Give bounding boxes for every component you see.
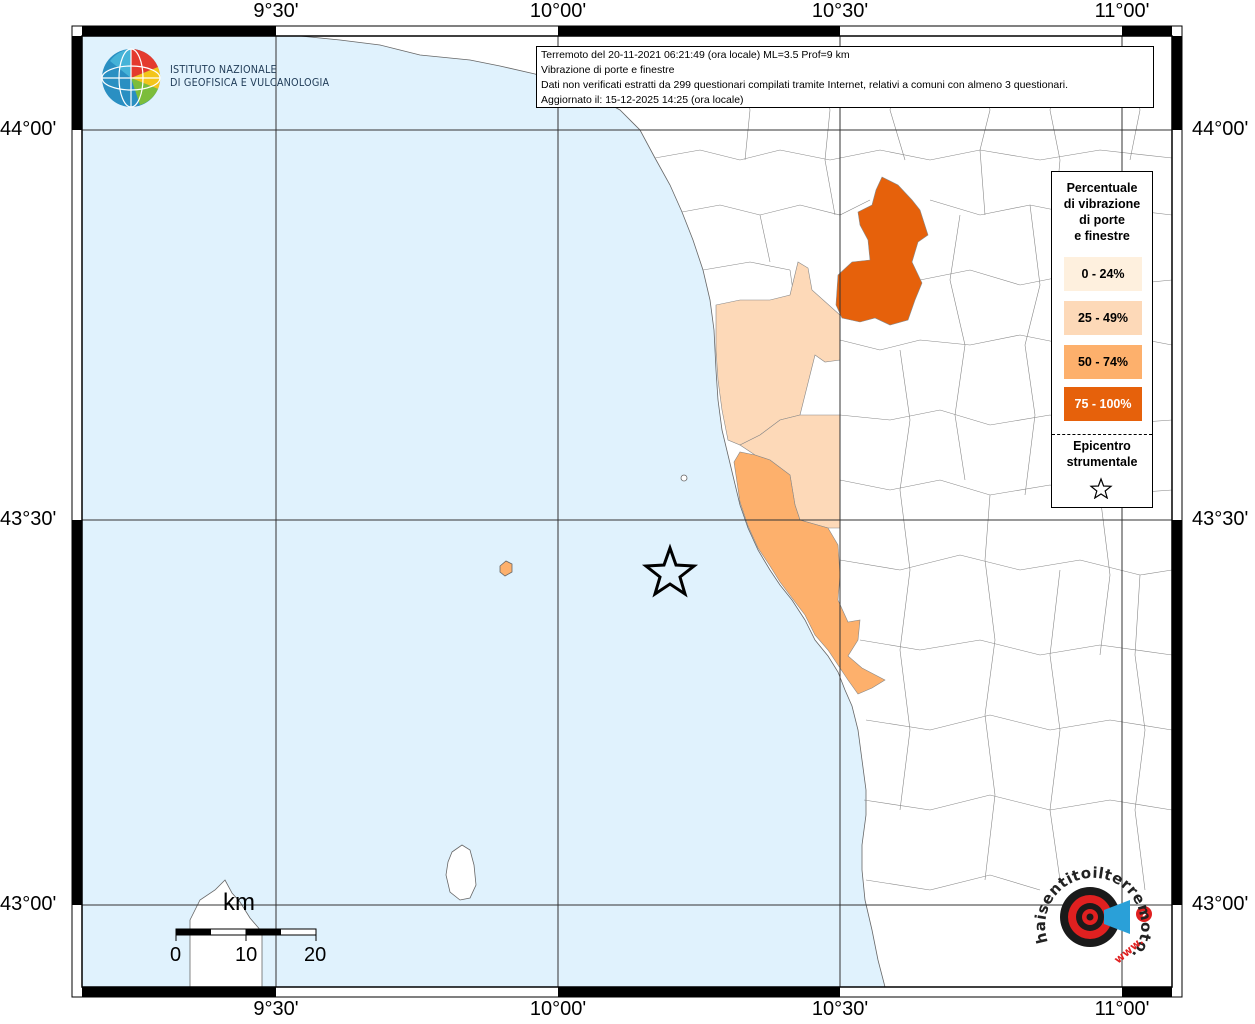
lon-label-bottom-1000: 10°00' bbox=[529, 998, 587, 1020]
logo-line-1: ISTITUTO NAZIONALE bbox=[170, 64, 277, 76]
legend-star-icon bbox=[1089, 477, 1113, 499]
event-note: Dati non verificati estratti da 299 ques… bbox=[541, 79, 1069, 91]
event-updated: Aggiornato il: 15-12-2025 14:25 (ora loc… bbox=[541, 94, 744, 106]
event-title: Terremoto del 20-11-2021 06:21:49 (ora l… bbox=[541, 49, 850, 61]
legend-item-50-74: 50 - 74% bbox=[1064, 345, 1142, 379]
lat-label-right-4330: 43°30' bbox=[1192, 508, 1249, 530]
lat-label-right-4400: 44°00' bbox=[1192, 118, 1249, 140]
legend-item-75-100: 75 - 100% bbox=[1064, 387, 1142, 421]
legend-item-0-24: 0 - 24% bbox=[1064, 257, 1142, 291]
lon-label-bottom-1100: 11°00' bbox=[1094, 998, 1150, 1020]
lat-label-left-4330: 43°30' bbox=[0, 508, 57, 530]
legend-item-25-49: 25 - 49% bbox=[1064, 301, 1142, 335]
lon-label-top-1100: 11°00' bbox=[1094, 0, 1150, 22]
scale-label-0: 0 bbox=[170, 944, 182, 966]
legend-title-line-2: di vibrazione bbox=[1063, 197, 1141, 211]
legend-epicenter-line-1: Epicentro bbox=[1073, 439, 1131, 453]
scale-label-20: 20 bbox=[304, 944, 327, 966]
legend: Percentuale di vibrazione di porte e fin… bbox=[1051, 171, 1153, 508]
legend-title: Percentuale di vibrazione di porte e fin… bbox=[1052, 180, 1152, 244]
legend-title-line-1: Percentuale bbox=[1066, 181, 1138, 195]
lat-label-left-4300: 43°00' bbox=[0, 893, 57, 915]
hst-logo-graphic: ? haisentitoilterremoto.it www. bbox=[1030, 848, 1155, 966]
hst-logo: ? haisentitoilterremoto.it www. bbox=[1030, 848, 1164, 977]
logo-line-2: DI GEOFISICA E VULCANOLOGIA bbox=[170, 77, 330, 89]
lon-label-top-1030: 10°30' bbox=[811, 0, 869, 22]
lat-label-left-4400: 44°00' bbox=[0, 118, 57, 140]
lat-label-right-4300: 43°00' bbox=[1192, 893, 1249, 915]
legend-title-line-4: e finestre bbox=[1074, 229, 1130, 243]
lon-label-bottom-930: 9°30' bbox=[253, 998, 299, 1020]
lon-label-top-930: 9°30' bbox=[253, 0, 299, 22]
legend-title-line-3: di porte bbox=[1079, 213, 1125, 227]
ingv-logo: ISTITUTO NAZIONALE DI GEOFISICA E VULCAN… bbox=[100, 47, 340, 109]
legend-epicenter-label: Epicentro strumentale bbox=[1052, 438, 1152, 470]
scale-label-10: 10 bbox=[235, 944, 258, 966]
lon-label-bottom-1030: 10°30' bbox=[811, 998, 869, 1020]
legend-separator bbox=[1052, 434, 1152, 435]
lon-label-top-1000: 10°00' bbox=[529, 0, 587, 22]
event-subtitle: Vibrazione di porte e finestre bbox=[541, 64, 675, 76]
event-info-box: Terremoto del 20-11-2021 06:21:49 (ora l… bbox=[536, 46, 1154, 108]
globe-icon bbox=[101, 48, 161, 108]
legend-epicenter-line-2: strumentale bbox=[1066, 455, 1138, 469]
scale-unit: km bbox=[223, 889, 255, 916]
